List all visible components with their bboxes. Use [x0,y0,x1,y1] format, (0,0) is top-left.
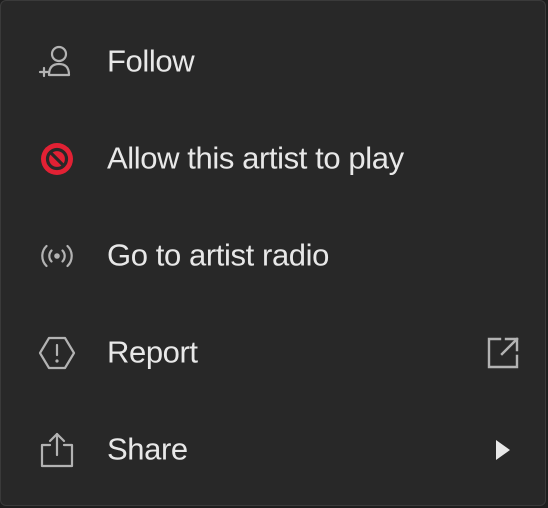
context-menu: Follow Allow this artist to play Go to a… [0,0,546,506]
menu-item-share[interactable]: Share [1,401,545,498]
add-user-icon [37,42,77,82]
share-icon [37,430,77,470]
menu-item-allow-artist[interactable]: Allow this artist to play [1,110,545,207]
report-flag-icon [37,333,77,373]
radio-broadcast-icon [37,236,77,276]
menu-item-artist-radio[interactable]: Go to artist radio [1,207,545,304]
menu-item-follow[interactable]: Follow [1,13,545,110]
menu-item-label: Go to artist radio [107,236,329,272]
menu-item-report[interactable]: Report [1,304,545,401]
menu-item-label: Share [107,430,188,466]
menu-item-label: Report [107,333,198,369]
submenu-arrow-icon [483,430,523,470]
external-link-icon [483,333,523,373]
blocked-icon [37,139,77,179]
menu-item-label: Allow this artist to play [107,139,404,175]
menu-item-label: Follow [107,42,195,78]
